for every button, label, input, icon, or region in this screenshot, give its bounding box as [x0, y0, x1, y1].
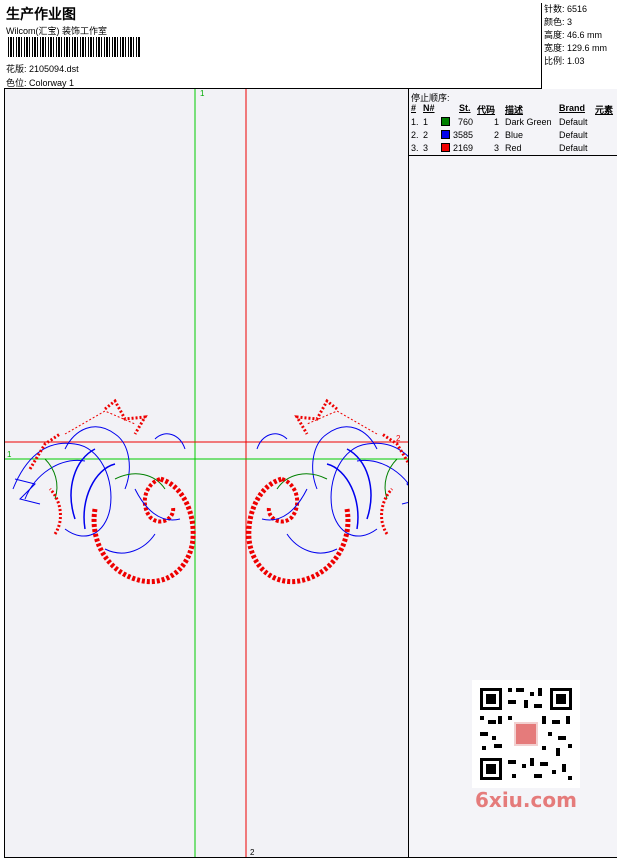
table-row: 1. 1 760 1 Dark Green Default [409, 116, 617, 128]
row-code: 3 [494, 143, 500, 153]
row-stitches: 3585 [453, 130, 474, 140]
panel-separator [409, 155, 617, 156]
row-code: 2 [494, 130, 500, 140]
row-desc: Blue [505, 130, 524, 140]
table-row: 2. 2 3585 2 Blue Default [409, 129, 617, 141]
col-num: # [411, 103, 417, 113]
watermark-text: 6xiu.com [475, 788, 577, 812]
stat-stitches: 针数: 6516 [544, 4, 588, 14]
stat-height: 高度: 46.6 mm [544, 30, 603, 40]
design-canvas[interactable]: 1 2 1 2 [5, 89, 408, 857]
row-stitches: 760 [458, 117, 474, 127]
stat-width: 宽度: 129.6 mm [544, 43, 608, 53]
page-title: 生产作业图 [6, 6, 76, 22]
col-brand: Brand [559, 103, 586, 113]
row-n: 2 [423, 130, 429, 140]
row-num: 2. [411, 130, 419, 140]
row-stitches: 2169 [453, 143, 474, 153]
color-swatch-blue [441, 130, 450, 139]
stat-colors: 颜色: 3 [544, 17, 573, 27]
row-num: 3. [411, 143, 419, 153]
colorway-label: 色位: [6, 78, 27, 88]
row-n: 3 [423, 143, 429, 153]
row-n: 1 [423, 117, 429, 127]
stats-box: 针数: 6516 颜色: 3 高度: 46.6 mm 宽度: 129.6 mm … [541, 3, 617, 89]
row-brand: Default [559, 130, 588, 140]
company-name: Wilcom(汇宝) 装饰工作室 [6, 26, 107, 36]
design-file: 2105094.dst [29, 64, 79, 74]
color-swatch-red [441, 143, 450, 152]
stat-scale: 比例: 1.03 [544, 56, 585, 66]
row-brand: Default [559, 143, 588, 153]
colorway-row: 色位: Colorway 1 [6, 76, 74, 89]
qr-code [472, 680, 580, 788]
guide-label-green-top: 1 [200, 89, 205, 98]
embroidery-preview: 1 2 1 2 [5, 89, 408, 857]
col-desc: 描述 [505, 105, 524, 115]
color-swatch-green [441, 117, 450, 126]
col-n: N# [423, 103, 435, 113]
row-brand: Default [559, 117, 588, 127]
design-label: 花版: [6, 64, 27, 74]
design-row: 花版: 2105094.dst [6, 62, 79, 75]
row-desc: Red [505, 143, 522, 153]
table-row: 3. 3 2169 3 Red Default [409, 142, 617, 154]
row-num: 1. [411, 117, 419, 127]
guide-label-red-h: 2 [396, 434, 401, 443]
col-stitches: St. [459, 103, 471, 113]
stop-sequence-header: # N# St. 代码 描述 Brand 元素 [409, 103, 617, 115]
motif-left [12, 398, 196, 585]
colorway-value: Colorway 1 [29, 78, 75, 88]
col-element: 元素 [595, 105, 614, 115]
row-desc: Dark Green [505, 117, 552, 127]
guide-label-green-h: 1 [7, 450, 12, 459]
barcode [8, 37, 140, 57]
col-code: 代码 [477, 105, 496, 115]
motif-right [246, 398, 408, 585]
row-code: 1 [494, 117, 500, 127]
guide-label-bottom: 2 [250, 848, 255, 857]
